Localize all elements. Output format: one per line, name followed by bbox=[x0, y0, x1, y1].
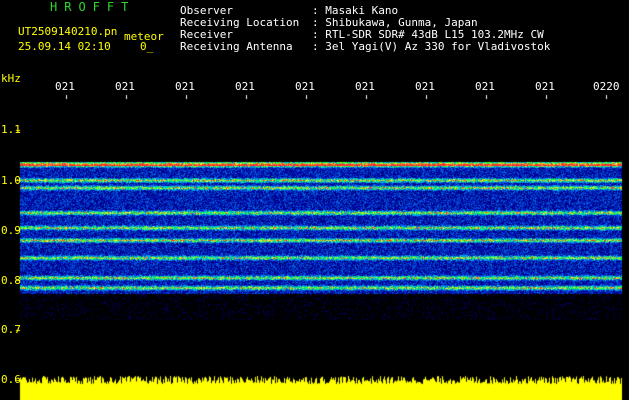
counter: 0_ bbox=[140, 40, 154, 53]
x-tick-label: 0220 bbox=[593, 80, 620, 93]
x-tick-label: 021 bbox=[175, 80, 195, 93]
x-tick-label: 021 bbox=[415, 80, 435, 93]
y-tick-label: 0.6 bbox=[1, 373, 21, 386]
y-tick-label: 1.1 bbox=[1, 123, 21, 136]
x-tick-label: 021 bbox=[55, 80, 75, 93]
spectrogram bbox=[0, 0, 629, 400]
y-tick-label: 0.8 bbox=[1, 274, 21, 287]
field-label-antenna: Receiving Antenna bbox=[180, 40, 293, 53]
field-value-antenna: : 3el Yagi(V) Az 330 for Vladivostok bbox=[312, 40, 551, 53]
x-tick-label: 021 bbox=[235, 80, 255, 93]
file-name: UT2509140210.pn bbox=[18, 25, 118, 38]
y-tick-label: 1.0 bbox=[1, 174, 21, 187]
x-tick-label: 021 bbox=[115, 80, 135, 93]
app-title: HROFFT bbox=[50, 0, 136, 14]
date-time: 25.09.14 02:10 bbox=[18, 40, 111, 53]
x-tick-label: 021 bbox=[295, 80, 315, 93]
x-tick-label: 021 bbox=[535, 80, 555, 93]
y-axis-label: kHz bbox=[1, 72, 21, 85]
y-tick-label: 0.9 bbox=[1, 224, 21, 237]
x-tick-label: 021 bbox=[355, 80, 375, 93]
hrofft-window: HROFFT UT2509140210.pn meteor 25.09.14 0… bbox=[0, 0, 629, 400]
y-tick-label: 0.7 bbox=[1, 323, 21, 336]
x-tick-label: 021 bbox=[475, 80, 495, 93]
